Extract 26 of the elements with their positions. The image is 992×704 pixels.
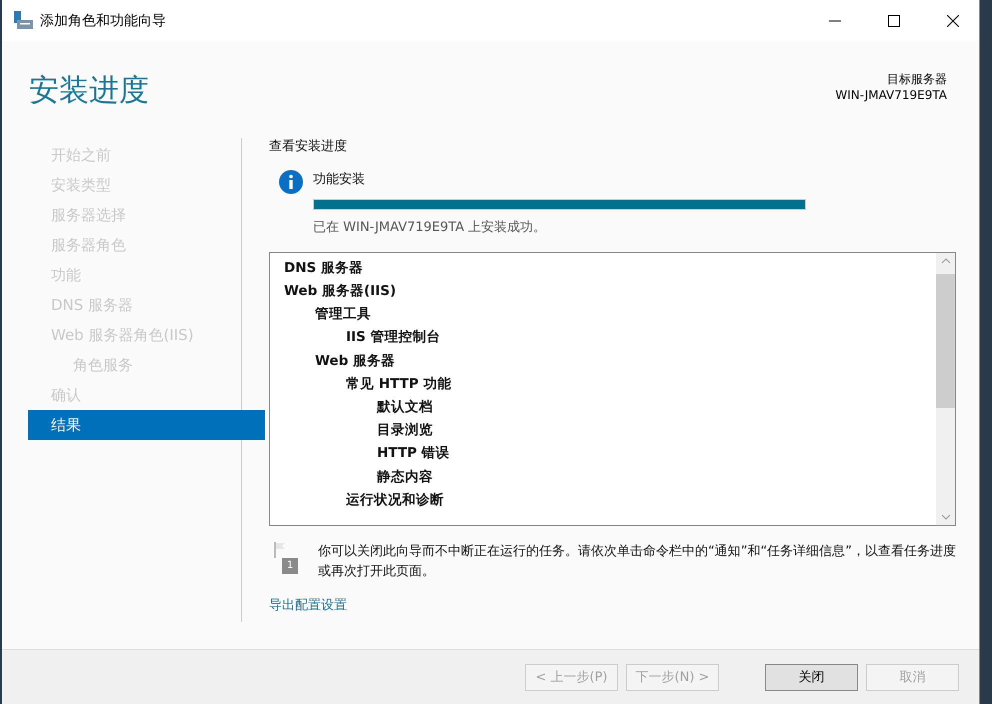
result-item: 目录浏览 (377, 422, 433, 438)
page-heading: 安装进度 (29, 72, 149, 110)
export-settings-link[interactable]: 导出配置设置 (269, 596, 347, 614)
task-name: 功能安装 (313, 171, 366, 188)
result-item: 运行状况和诊断 (346, 492, 444, 508)
section-title: 查看安装进度 (269, 138, 348, 156)
close-icon[interactable] (947, 14, 959, 26)
wizard-button[interactable]: 关闭 (765, 664, 858, 690)
result-item: HTTP 错误 (377, 445, 450, 462)
result-item: Web 服务器 (315, 352, 395, 369)
info-icon (279, 170, 303, 194)
target-server-label: 目标服务器 (887, 71, 947, 87)
result-item: 默认文档 (377, 398, 433, 415)
result-item: DNS 服务器 (284, 260, 363, 276)
maximize-icon[interactable] (888, 14, 900, 26)
result-item: Web 服务器(IIS) (284, 283, 396, 299)
status-text: 已在 WIN-JMAV719E9TA 上安装成功。 (313, 219, 548, 236)
window-title: 添加角色和功能向导 (40, 12, 166, 30)
result-item: IIS 管理控制台 (346, 329, 440, 346)
target-server-name: WIN-JMAV719E9TA (835, 87, 947, 103)
result-item: 静态内容 (377, 468, 433, 484)
sidebar-item[interactable]: 结果 (28, 410, 265, 440)
result-item: 常见 HTTP 功能 (346, 376, 452, 392)
notice-text: 你可以关闭此向导而不中断正在运行的任务。请依次单击命令栏中的“通知”和“任务详细信息”，以查看任务进度或再次打开此页面。 (318, 543, 956, 581)
result-item: 管理工具 (315, 306, 371, 322)
server-icon (14, 10, 34, 30)
